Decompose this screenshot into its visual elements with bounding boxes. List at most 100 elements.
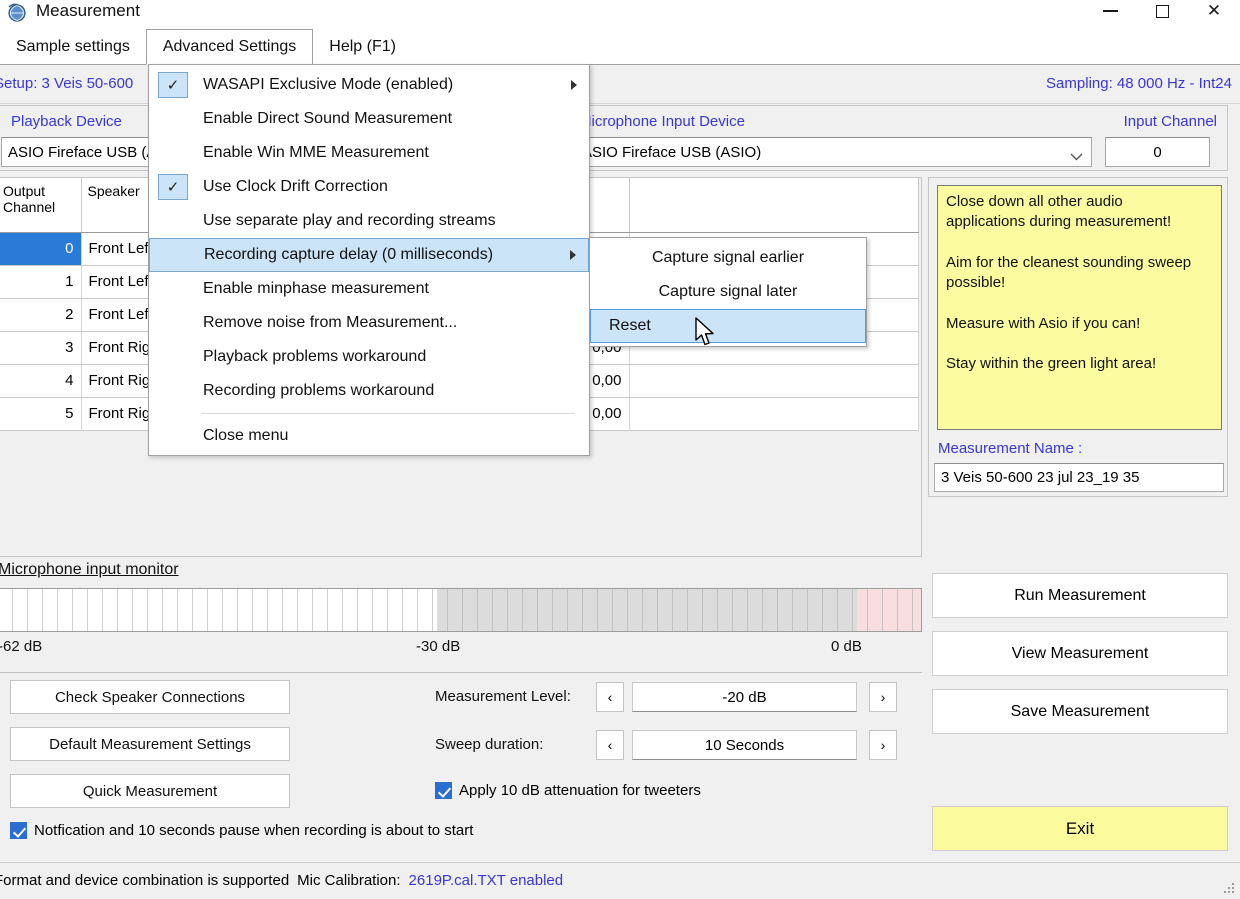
chevron-right-icon	[570, 250, 576, 260]
menu-item-recording-problems-workaround[interactable]: Recording problems workaround	[149, 374, 589, 408]
meter-tick	[27, 589, 28, 631]
menu-item-use-clock-drift-correction[interactable]: ✓ Use Clock Drift Correction	[149, 170, 589, 204]
meter-gray-zone	[437, 589, 857, 631]
window-controls: ✕	[1084, 0, 1240, 30]
menu-item-label: Close menu	[203, 427, 288, 445]
menu-item-remove-noise[interactable]: Remove noise from Measurement...	[149, 306, 589, 340]
view-measurement-button[interactable]: View Measurement	[932, 631, 1228, 676]
meter-tick	[852, 589, 853, 631]
playback-device-label: Playback Device	[11, 113, 122, 130]
menu-item-recording-capture-delay[interactable]: Recording capture delay (0 milliseconds)	[149, 238, 589, 272]
input-channel-label: Input Channel	[1124, 113, 1217, 130]
notification-checkbox-row[interactable]: Notfication and 10 seconds pause when re…	[10, 822, 473, 839]
meter-tick	[552, 589, 553, 631]
sweep-duration-value[interactable]: 10 Seconds	[632, 730, 857, 760]
resize-grip-icon[interactable]	[1222, 881, 1236, 895]
sweep-duration-increase-button[interactable]: ›	[869, 730, 897, 760]
calibration-label: Mic Calibration:	[297, 872, 400, 889]
meter-tick	[447, 589, 448, 631]
measurement-level-increase-button[interactable]: ›	[869, 682, 897, 712]
meter-tick	[642, 589, 643, 631]
menu-item-label: Recording problems workaround	[203, 382, 434, 400]
menu-item-label: Enable minphase measurement	[203, 280, 429, 298]
quick-measurement-button[interactable]: Quick Measurement	[10, 774, 290, 808]
menu-help[interactable]: Help (F1)	[313, 29, 412, 64]
check-icon: ✓	[158, 72, 188, 98]
measurement-name-label: Measurement Name :	[938, 440, 1082, 457]
meter-tick	[807, 589, 808, 631]
meter-tick	[717, 589, 718, 631]
default-measurement-settings-button[interactable]: Default Measurement Settings	[10, 727, 290, 761]
meter-tick	[837, 589, 838, 631]
menu-item-wasapi-exclusive-mode[interactable]: ✓ WASAPI Exclusive Mode (enabled)	[149, 68, 589, 102]
meter-tick	[732, 589, 733, 631]
meter-tick	[42, 589, 43, 631]
menu-advanced-settings[interactable]: Advanced Settings	[146, 29, 313, 65]
mic-level-meter	[0, 588, 922, 632]
meter-tick	[762, 589, 763, 631]
cell-output-channel: 0	[0, 232, 81, 265]
meter-tick	[312, 589, 313, 631]
menu-sample-settings[interactable]: Sample settings	[0, 29, 146, 64]
cell-output-channel: 3	[0, 331, 81, 364]
menu-item-enable-minphase[interactable]: Enable minphase measurement	[149, 272, 589, 306]
check-icon[interactable]	[10, 822, 27, 839]
mic-device-combo[interactable]: ASIO Fireface USB (ASIO)	[575, 137, 1092, 167]
menu-item-close-menu[interactable]: Close menu	[149, 419, 589, 453]
setup-label: Setup: 3 Veis 50-600	[0, 75, 133, 92]
menu-item-label: Enable Win MME Measurement	[203, 144, 429, 162]
meter-tick	[177, 589, 178, 631]
meter-tick	[222, 589, 223, 631]
measurement-level-value[interactable]: -20 dB	[632, 682, 857, 712]
submenu-item-capture-earlier[interactable]: Capture signal earlier	[590, 241, 866, 275]
meter-tick	[252, 589, 253, 631]
check-speaker-connections-button[interactable]: Check Speaker Connections	[10, 680, 290, 714]
submenu-item-reset[interactable]: Reset	[590, 309, 866, 343]
menu-item-enable-direct-sound[interactable]: Enable Direct Sound Measurement	[149, 102, 589, 136]
minimize-button[interactable]	[1084, 0, 1136, 30]
meter-tick	[372, 589, 373, 631]
meter-tick	[87, 589, 88, 631]
mic-device-value: ASIO Fireface USB (ASIO)	[582, 144, 761, 161]
meter-tick	[297, 589, 298, 631]
exit-button[interactable]: Exit	[932, 806, 1228, 851]
sampling-label: Sampling: 48 000 Hz - Int24	[1046, 75, 1232, 92]
close-button[interactable]: ✕	[1188, 0, 1240, 30]
meter-tick	[657, 589, 658, 631]
cell-output-channel: 2	[0, 298, 81, 331]
measurement-level-decrease-button[interactable]: ‹	[596, 682, 624, 712]
cell-output-channel: 4	[0, 364, 81, 397]
meter-tick	[327, 589, 328, 631]
menu-item-use-separate-streams[interactable]: Use separate play and recording streams	[149, 204, 589, 238]
col-output-channel[interactable]: Output Channel	[0, 178, 81, 232]
run-measurement-button[interactable]: Run Measurement	[932, 573, 1228, 618]
measurement-name-input[interactable]: 3 Veis 50-600 23 jul 23_19 35	[934, 463, 1224, 492]
menu-item-playback-problems-workaround[interactable]: Playback problems workaround	[149, 340, 589, 374]
meter-scale: -62 dB -30 dB 0 dB	[0, 638, 922, 662]
separator-line	[0, 672, 922, 673]
attenuation-checkbox-label: Apply 10 dB attenuation for tweeters	[459, 782, 701, 799]
scale-left-label: -62 dB	[0, 638, 42, 655]
meter-tick	[567, 589, 568, 631]
meter-tick	[387, 589, 388, 631]
save-measurement-button[interactable]: Save Measurement	[932, 689, 1228, 734]
sweep-duration-decrease-button[interactable]: ‹	[596, 730, 624, 760]
meter-tick	[192, 589, 193, 631]
meter-tick	[822, 589, 823, 631]
meter-tick	[492, 589, 493, 631]
window-title: Measurement	[36, 1, 140, 21]
meter-tick	[72, 589, 73, 631]
meter-tick	[882, 589, 883, 631]
menu-item-enable-win-mme[interactable]: Enable Win MME Measurement	[149, 136, 589, 170]
measurement-level-label: Measurement Level:	[435, 688, 571, 705]
input-channel-field[interactable]: 0	[1105, 137, 1210, 167]
submenu-item-capture-later[interactable]: Capture signal later	[590, 275, 866, 309]
measurement-name-value: 3 Veis 50-600 23 jul 23_19 35	[941, 469, 1140, 486]
check-icon[interactable]	[435, 782, 452, 799]
meter-tick	[537, 589, 538, 631]
meter-tick	[507, 589, 508, 631]
attenuation-checkbox-row[interactable]: Apply 10 dB attenuation for tweeters	[435, 782, 701, 799]
maximize-button[interactable]	[1136, 0, 1188, 30]
cell-filler	[629, 364, 919, 397]
scale-mid-label: -30 dB	[416, 638, 460, 655]
